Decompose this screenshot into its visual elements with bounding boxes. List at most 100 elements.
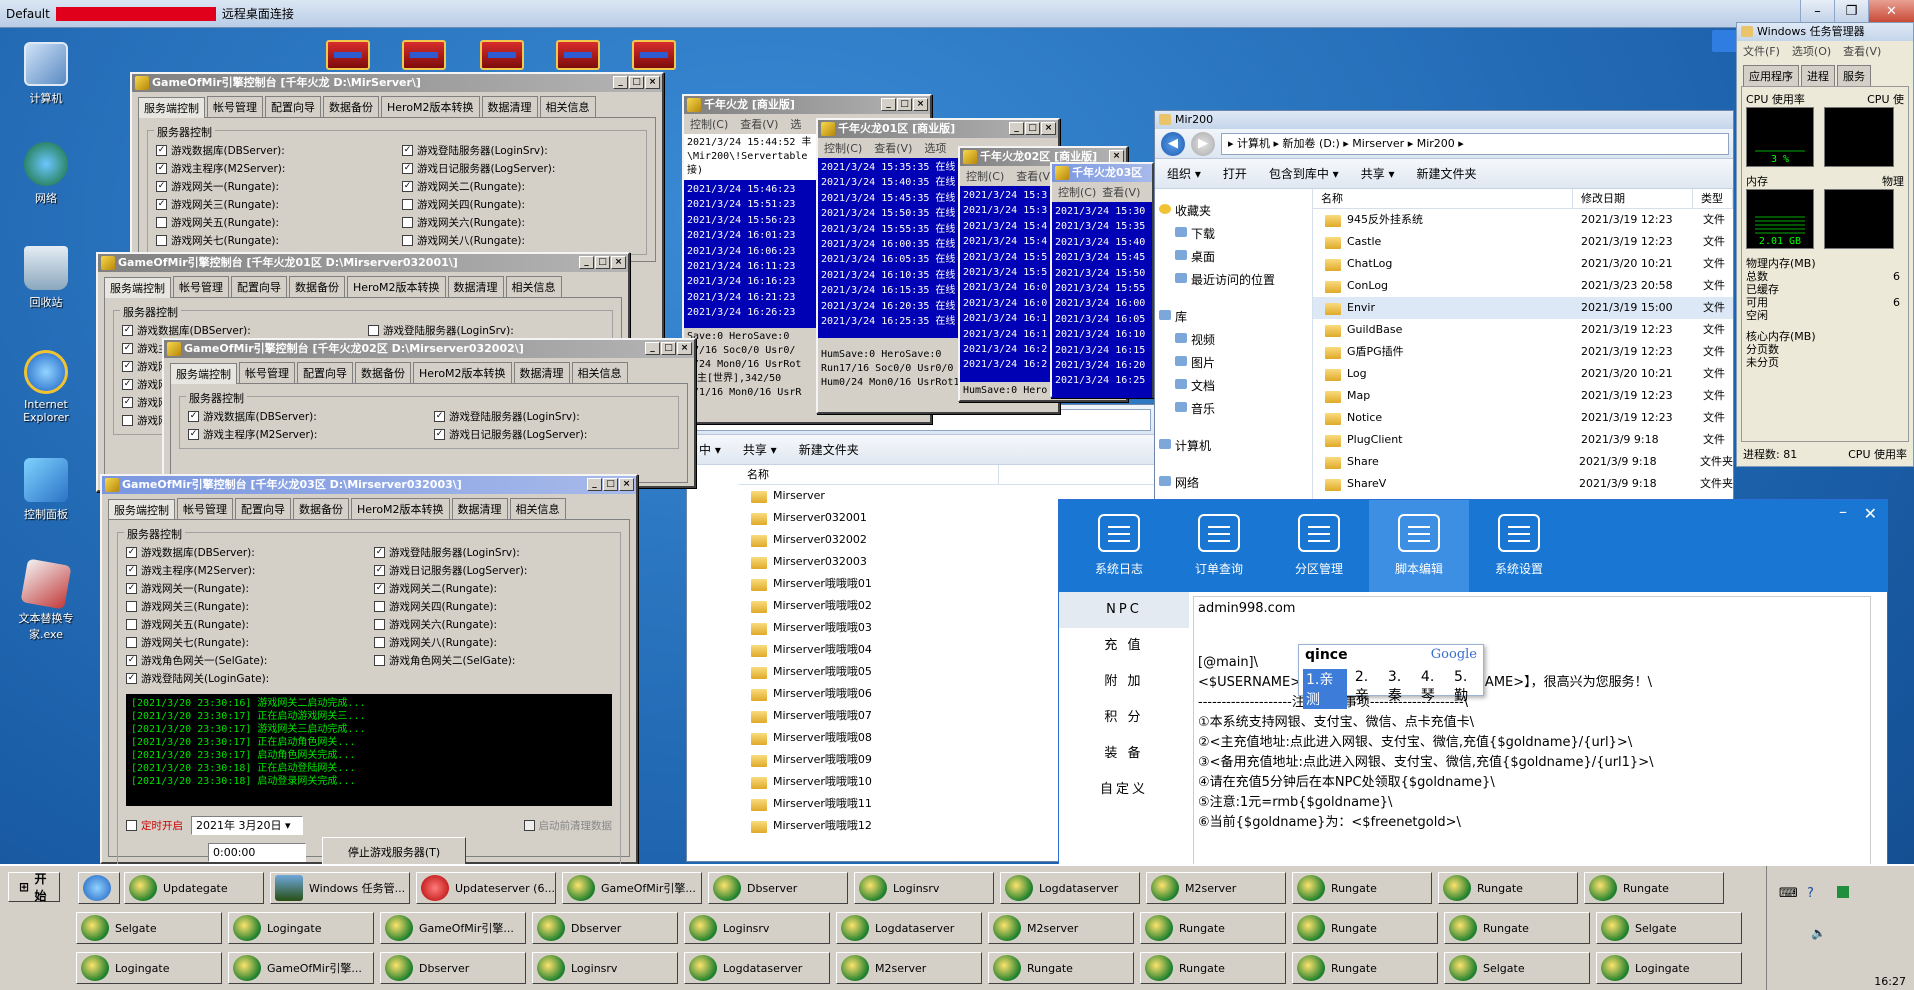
- server-checkbox[interactable]: ✓ 游戏网关二(Rungate):: [374, 581, 612, 596]
- server-checkbox[interactable]: ✓ 游戏数据库(DBServer):: [188, 409, 424, 424]
- cmd-organize[interactable]: 中 ▾: [699, 441, 721, 458]
- close-icon[interactable]: ×: [611, 256, 626, 269]
- tab-4[interactable]: HeroM2版本转换: [413, 362, 512, 383]
- taskbar-button[interactable]: Rungate: [1292, 872, 1432, 904]
- editor-tool-4[interactable]: 系统设置: [1469, 500, 1569, 592]
- nav-item[interactable]: 下载: [1155, 222, 1312, 245]
- maximize-icon[interactable]: □: [603, 478, 618, 491]
- tab-2[interactable]: 配置向导: [235, 498, 291, 519]
- tab-2[interactable]: 配置向导: [231, 276, 287, 297]
- ime-candidate[interactable]: 4.琴: [1421, 669, 1446, 709]
- tab-services[interactable]: 服务: [1837, 65, 1871, 86]
- close-icon[interactable]: ×: [619, 478, 634, 491]
- tab-0[interactable]: 服务端控制: [170, 363, 237, 384]
- taskbar-button[interactable]: Dbserver: [532, 912, 678, 944]
- maximize-icon[interactable]: □: [595, 256, 610, 269]
- maximize-icon[interactable]: □: [629, 76, 644, 89]
- server-checkbox[interactable]: 游戏网关八(Rungate):: [402, 233, 638, 248]
- console-window-03[interactable]: GameOfMir引擎控制台 [千年火龙03区 D:\Mirserver0320…: [100, 474, 638, 874]
- time-field[interactable]: 0:00:00: [208, 842, 306, 862]
- server-checkbox[interactable]: 游戏网关六(Rungate):: [374, 617, 612, 632]
- server-checkbox[interactable]: 游戏网关八(Rungate):: [374, 635, 612, 650]
- taskbar-button[interactable]: GameOfMir引擎...: [380, 912, 526, 944]
- editor-side-item[interactable]: 充 值: [1059, 628, 1189, 664]
- editor-side-item[interactable]: 附 加: [1059, 664, 1189, 700]
- file-row[interactable]: Share 2021/3/9 9:18 文件夹: [1313, 451, 1733, 473]
- tab-5[interactable]: 数据清理: [513, 362, 570, 383]
- tab-3[interactable]: 数据备份: [289, 276, 345, 297]
- server-checkbox[interactable]: ✓游戏网关一(Rungate):: [156, 179, 392, 194]
- timer-checkbox[interactable]: 定时开启: [126, 818, 183, 833]
- taskbar-button[interactable]: Logdataserver: [836, 912, 982, 944]
- file-row[interactable]: Map 2021/3/19 12:23 文件: [1313, 385, 1733, 407]
- server-checkbox[interactable]: ✓ 游戏日记服务器(LogServer):: [434, 427, 670, 442]
- stop-server-button[interactable]: 停止游戏服务器(T): [322, 837, 466, 867]
- tab-6[interactable]: 相关信息: [539, 96, 596, 117]
- archive-icon[interactable]: [402, 40, 446, 70]
- tab-1[interactable]: 帐号管理: [173, 276, 229, 297]
- col-type[interactable]: 类型: [1693, 189, 1733, 208]
- minimize-icon[interactable]: _: [579, 256, 594, 269]
- taskbar-button[interactable]: Rungate: [988, 952, 1134, 984]
- tab-2[interactable]: 配置向导: [265, 96, 321, 117]
- server-checkbox[interactable]: 游戏登陆服务器(LoginSrv):: [368, 323, 604, 338]
- taskbar-button[interactable]: Loginsrv: [854, 872, 994, 904]
- desktop-icon-network[interactable]: 网络: [6, 142, 86, 206]
- server-checkbox[interactable]: 游戏网关四(Rungate):: [374, 599, 612, 614]
- file-row[interactable]: GuildBase 2021/3/19 12:23 文件: [1313, 319, 1733, 341]
- cmd-new-folder[interactable]: 新建文件夹: [1417, 165, 1477, 182]
- close-icon[interactable]: ×: [677, 342, 692, 355]
- server-checkbox[interactable]: ✓ 游戏数据库(DBServer):: [122, 323, 358, 338]
- cmd-include-library[interactable]: 包含到库中 ▾: [1269, 165, 1339, 182]
- speaker-icon[interactable]: 🔈: [1811, 926, 1826, 940]
- taskbar-button[interactable]: Logingate: [1596, 952, 1742, 984]
- file-row[interactable]: ConLog 2021/3/23 20:58 文件: [1313, 275, 1733, 297]
- tab-4[interactable]: HeroM2版本转换: [381, 96, 480, 117]
- forward-arrow-icon[interactable]: ▶: [1191, 131, 1215, 156]
- col-name[interactable]: 名称: [1313, 189, 1573, 208]
- server-checkbox[interactable]: ✓ 游戏网关二(Rungate):: [402, 179, 638, 194]
- taskbar-button[interactable]: Logdataserver: [684, 952, 830, 984]
- file-row[interactable]: Log 2021/3/20 10:21 文件: [1313, 363, 1733, 385]
- desktop-icon-ie[interactable]: Internet Explorer: [6, 350, 86, 424]
- tab-0[interactable]: 服务端控制: [104, 277, 171, 298]
- tab-1[interactable]: 帐号管理: [239, 362, 295, 383]
- m2-window-03[interactable]: 千年火龙03区 控制(C) 查看(V) 2021/3/24 15:30 2021/3…: [1050, 162, 1154, 398]
- taskbar-button[interactable]: Updateserver (6...: [416, 872, 556, 904]
- nav-item[interactable]: 图片: [1155, 351, 1312, 374]
- col-date[interactable]: 修改日期: [1573, 189, 1693, 208]
- server-checkbox[interactable]: ✓ 游戏登陆网关(LoginGate):: [126, 671, 364, 686]
- editor-side-item[interactable]: 自定义: [1059, 772, 1189, 808]
- server-checkbox[interactable]: ✓ 游戏日记服务器(LogServer):: [374, 563, 612, 578]
- server-checkbox[interactable]: 游戏角色网关二(SelGate):: [374, 653, 612, 668]
- close-icon[interactable]: ×: [1041, 122, 1056, 135]
- tab-3[interactable]: 数据备份: [323, 96, 379, 117]
- tab-1[interactable]: 帐号管理: [207, 96, 263, 117]
- maximize-icon[interactable]: □: [1025, 122, 1040, 135]
- tab-processes[interactable]: 进程: [1801, 65, 1835, 86]
- nav-item[interactable]: 桌面: [1155, 245, 1312, 268]
- ime-candidate[interactable]: 1.亲测: [1303, 669, 1347, 709]
- file-row[interactable]: PlugClient 2021/3/9 9:18 文件: [1313, 429, 1733, 451]
- cmd-share[interactable]: 共享 ▾: [743, 441, 777, 458]
- tab-4[interactable]: HeroM2版本转换: [347, 276, 446, 297]
- start-button[interactable]: ⊞ 开始: [8, 872, 60, 903]
- editor-tool-1[interactable]: 订单查询: [1169, 500, 1269, 592]
- ime-candidate[interactable]: 5.勤: [1454, 669, 1479, 709]
- file-row[interactable]: ChatLog 2021/3/20 10:21 文件: [1313, 253, 1733, 275]
- desktop-icon-recycle-bin[interactable]: 回收站: [6, 246, 86, 310]
- nav-item[interactable]: 计算机: [1155, 434, 1312, 457]
- server-checkbox[interactable]: ✓ 游戏数据库(DBServer):: [156, 143, 392, 158]
- editor-side-item[interactable]: 装 备: [1059, 736, 1189, 772]
- tab-3[interactable]: 数据备份: [355, 362, 411, 383]
- editor-tool-3[interactable]: 脚本编辑: [1369, 500, 1469, 592]
- nav-item[interactable]: 库: [1155, 305, 1312, 328]
- ime-candidate[interactable]: 2.亲: [1355, 669, 1380, 709]
- archive-icon[interactable]: [480, 40, 524, 70]
- tab-6[interactable]: 相关信息: [505, 276, 562, 297]
- help-icon[interactable]: ?: [1807, 886, 1814, 901]
- server-checkbox[interactable]: ✓游戏网关一(Rungate):: [126, 581, 364, 596]
- tab-3[interactable]: 数据备份: [293, 498, 349, 519]
- tab-5[interactable]: 数据清理: [447, 276, 504, 297]
- taskbar-button[interactable]: Rungate: [1140, 952, 1286, 984]
